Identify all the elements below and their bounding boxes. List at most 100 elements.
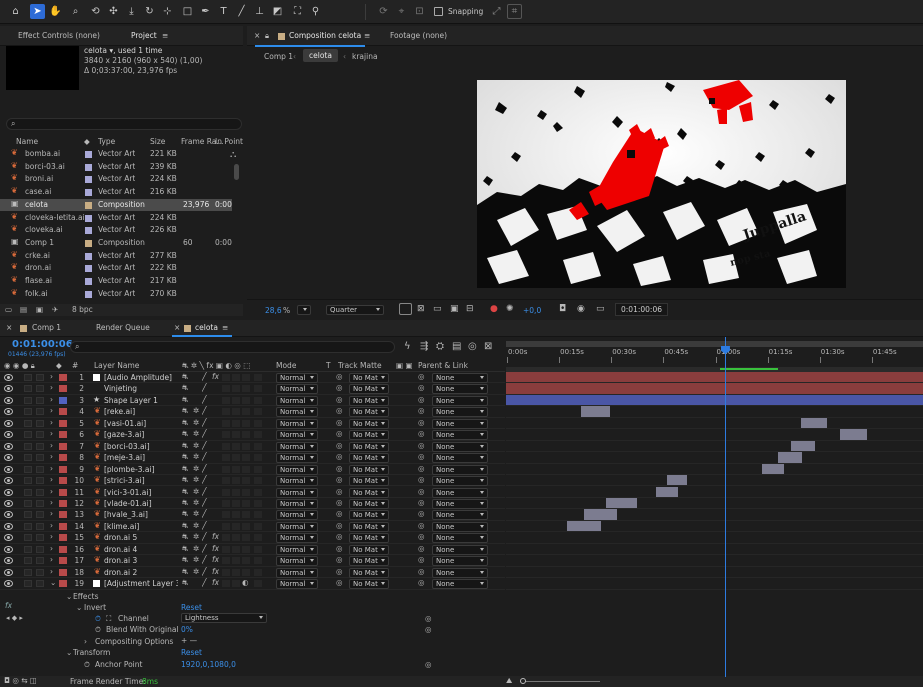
timeline-search-input[interactable]: ⌕ xyxy=(70,341,395,353)
hand-tool-icon[interactable]: ✋ xyxy=(48,4,63,19)
pickwhip-icon[interactable]: ◎ xyxy=(336,555,343,564)
audio-toggle[interactable] xyxy=(24,374,32,381)
chevron-right-icon[interactable]: › xyxy=(50,441,53,450)
fx-switch-icon[interactable]: fx xyxy=(212,555,219,564)
chevron-right-icon[interactable]: › xyxy=(50,487,53,496)
panel-menu-icon[interactable]: ≡ xyxy=(222,323,228,332)
quality-switch-icon[interactable]: ╱ xyxy=(202,509,207,518)
motion-blur-switch[interactable] xyxy=(222,431,230,439)
track-matte-dropdown[interactable]: No Mat xyxy=(349,441,389,452)
layer-name[interactable]: [klime.ai] xyxy=(104,522,178,531)
parent-pickwhip-icon[interactable]: ◎ xyxy=(418,441,425,450)
label-swatch[interactable] xyxy=(85,176,92,184)
visibility-eye-icon[interactable] xyxy=(4,511,13,519)
breadcrumb-comp-1[interactable]: Comp 1 xyxy=(264,52,293,61)
layer-switch-shy-icon[interactable]: ⛐ xyxy=(182,544,188,554)
new-folder-icon[interactable]: ▤ xyxy=(20,305,27,314)
parent-dropdown[interactable]: None xyxy=(432,430,488,441)
zoom-slider-handle[interactable] xyxy=(520,678,526,684)
roto-brush-icon[interactable]: ⛶ xyxy=(290,4,305,19)
zoom-tool-icon[interactable]: ⌕ xyxy=(68,4,83,19)
parent-dropdown[interactable]: None xyxy=(432,441,488,452)
visibility-eye-icon[interactable] xyxy=(4,477,13,485)
3d-switch[interactable] xyxy=(242,545,250,553)
panel-menu-icon[interactable]: ≡ xyxy=(364,31,370,40)
layer-row[interactable]: › 12 ❦ [vlade-01.ai] ⛐ ✲ ╱ Normal ◎ No Mat ◎ None xyxy=(0,498,505,510)
adjustment-switch[interactable] xyxy=(232,408,240,416)
lock-icon[interactable]: 🔒︎ xyxy=(265,31,269,41)
pickwhip-icon[interactable]: ◎ xyxy=(336,406,343,415)
parent-pickwhip-icon[interactable]: ◎ xyxy=(418,544,425,553)
parent-dropdown[interactable]: None xyxy=(432,373,488,383)
quality-switch-icon[interactable]: ╱ xyxy=(202,578,207,587)
3d-layer-switch[interactable] xyxy=(254,545,262,553)
audio-toggle[interactable] xyxy=(24,477,32,485)
motion-blur-switch[interactable] xyxy=(222,396,230,404)
motion-blur-switch[interactable] xyxy=(222,534,230,542)
layer-name[interactable]: dron.ai 2 xyxy=(104,568,178,577)
motion-blur-switch[interactable] xyxy=(222,545,230,553)
visibility-eye-icon[interactable] xyxy=(4,454,13,462)
audio-toggle[interactable] xyxy=(24,545,32,553)
column-layer-name[interactable]: Layer Name xyxy=(94,361,139,370)
panel-menu-icon[interactable]: ≡ xyxy=(162,31,168,40)
visibility-eye-icon[interactable] xyxy=(4,408,13,416)
parent-pickwhip-icon[interactable]: ◎ xyxy=(418,567,425,576)
3d-layer-switch[interactable] xyxy=(254,431,262,439)
quality-switch-icon[interactable]: ╱ xyxy=(202,544,207,553)
3d-layer-switch[interactable] xyxy=(254,534,262,542)
layer-switch-shy-icon[interactable]: ⛐ xyxy=(182,555,188,565)
parent-dropdown[interactable]: None xyxy=(432,407,488,418)
type-tool-icon[interactable]: T xyxy=(216,4,231,19)
tab-comp-1[interactable]: Comp 1 xyxy=(32,323,61,332)
parent-dropdown[interactable]: None xyxy=(432,579,488,590)
layer-duration-bar[interactable] xyxy=(667,475,687,486)
snap-edges-icon[interactable]: ⤢ xyxy=(489,4,504,19)
chevron-right-icon[interactable]: › xyxy=(50,429,53,438)
project-item[interactable]: ▣ Comp 1 Composition 60 0:00 xyxy=(0,237,232,250)
layer-row[interactable]: › 4 ❦ [reke.ai] ⛐ ✲ ╱ Normal ◎ No Mat ◎ None xyxy=(0,406,505,418)
pickwhip-icon[interactable]: ◎ xyxy=(336,475,343,484)
chevron-right-icon[interactable]: › xyxy=(50,475,53,484)
parent-pickwhip-icon[interactable]: ◎ xyxy=(418,555,425,564)
compositing-add-remove[interactable]: + — xyxy=(181,636,197,645)
layer-row[interactable]: › 8 ❦ [meje-3.ai] ⛐ ✲ ╱ Normal ◎ No Mat ◎ None xyxy=(0,452,505,464)
layer-label-swatch[interactable] xyxy=(59,374,67,381)
3d-switch[interactable] xyxy=(242,465,250,473)
layer-name[interactable]: [meje-3.ai] xyxy=(104,453,178,462)
3d-layer-switch[interactable] xyxy=(254,454,262,462)
transparency-grid-icon[interactable]: ⊠ xyxy=(417,304,425,314)
pickwhip-icon[interactable]: ◎ xyxy=(336,429,343,438)
quality-switch-icon[interactable]: ╱ xyxy=(202,441,207,450)
audio-toggle[interactable] xyxy=(24,454,32,462)
label-swatch[interactable] xyxy=(85,239,92,247)
3d-layer-switch[interactable] xyxy=(254,557,262,565)
layer-label-swatch[interactable] xyxy=(59,545,67,553)
motion-blur-switch[interactable] xyxy=(222,374,230,381)
invert-reset[interactable]: Reset xyxy=(181,603,202,612)
fx-switch-icon[interactable]: fx xyxy=(212,578,219,587)
motion-blur-switch[interactable] xyxy=(222,385,230,393)
3d-switch[interactable] xyxy=(242,419,250,427)
zoom-dropdown[interactable] xyxy=(297,305,311,315)
mode-dropdown[interactable]: Normal xyxy=(276,464,318,475)
expression-icon[interactable]: ◎ xyxy=(425,625,432,634)
expression-icon[interactable]: ◎ xyxy=(425,660,432,669)
pickwhip-icon[interactable]: ◎ xyxy=(336,498,343,507)
layer-switch-shy-icon[interactable]: ⛐ xyxy=(182,498,188,508)
layer-name[interactable]: Shape Layer 1 xyxy=(104,396,178,405)
pickwhip-icon[interactable]: ◎ xyxy=(336,544,343,553)
mode-dropdown[interactable]: Normal xyxy=(276,533,318,544)
adjustment-switch[interactable] xyxy=(232,568,240,576)
track-matte-dropdown[interactable]: No Mat xyxy=(349,476,389,487)
3d-switch[interactable] xyxy=(242,477,250,485)
channel-dropdown[interactable]: Lightness xyxy=(181,613,267,623)
solo-toggle[interactable] xyxy=(36,385,44,393)
3d-layer-switch[interactable] xyxy=(254,419,262,427)
fx-switch-icon[interactable]: fx xyxy=(212,372,219,381)
new-composition-icon[interactable]: ▣ xyxy=(36,305,43,314)
solo-toggle[interactable] xyxy=(36,534,44,542)
column-type[interactable]: Type xyxy=(98,137,115,146)
layer-duration-bar[interactable] xyxy=(656,486,679,497)
show-channel-icon[interactable]: ▭ xyxy=(596,304,605,314)
